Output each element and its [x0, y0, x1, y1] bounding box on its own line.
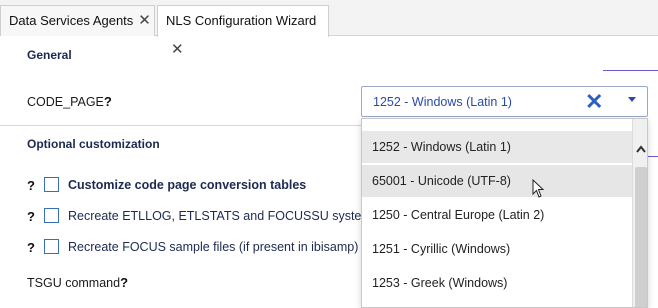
- help-icon[interactable]: ?: [27, 178, 35, 193]
- help-icon[interactable]: ?: [27, 209, 35, 224]
- option-label: Recreate FOCUS sample files (if present …: [68, 240, 359, 254]
- tab-nls-configuration-wizard[interactable]: NLS Configuration Wizard✕: [157, 5, 329, 58]
- dropdown-option[interactable]: 1251 - Cyrillic (Windows): [362, 233, 632, 265]
- divider: [648, 156, 658, 157]
- code-page-label: CODE_PAGE?: [27, 94, 112, 109]
- recreate-focus-checkbox[interactable]: [44, 239, 59, 254]
- divider: [0, 125, 361, 126]
- help-icon[interactable]: ?: [120, 275, 128, 290]
- help-icon[interactable]: ?: [27, 240, 35, 255]
- option-label: Customize code page conversion tables: [68, 178, 307, 192]
- option-label: Recreate ETLLOG, ETLSTATS and FOCUSSU sy…: [68, 209, 361, 223]
- dropdown-option[interactable]: 1250 - Central Europe (Latin 2): [362, 199, 632, 231]
- recreate-etllog-checkbox[interactable]: [44, 208, 59, 223]
- dropdown-option[interactable]: 1253 - Greek (Windows): [362, 267, 632, 299]
- section-general: General: [27, 48, 72, 62]
- select-value: 1252 - Windows (Latin 1): [373, 95, 512, 109]
- chevron-up-icon[interactable]: [636, 145, 646, 153]
- code-page-dropdown: 1252 - Windows (Latin 1) 65001 - Unicode…: [361, 118, 648, 308]
- customize-tables-checkbox[interactable]: [44, 177, 59, 192]
- close-icon[interactable]: ✕: [138, 6, 151, 35]
- tab-data-services-agents[interactable]: Data Services Agents ✕: [0, 5, 155, 36]
- tab-label: NLS Configuration Wizard: [166, 13, 317, 28]
- dropdown-option[interactable]: 65001 - Unicode (UTF-8): [362, 165, 632, 197]
- dropdown-option[interactable]: 1252 - Windows (Latin 1): [362, 131, 632, 163]
- divider: [603, 70, 658, 71]
- tab-label: Data Services Agents: [9, 13, 134, 28]
- help-icon[interactable]: ?: [104, 94, 112, 109]
- code-page-select[interactable]: 1252 - Windows (Latin 1) ✕: [361, 86, 648, 117]
- tab-bar: Data Services Agents ✕ NLS Configuration …: [0, 0, 658, 58]
- scrollbar-thumb[interactable]: [635, 167, 647, 307]
- cursor-icon: [532, 179, 545, 198]
- scrollbar[interactable]: [632, 119, 647, 307]
- chevron-down-icon[interactable]: [628, 97, 636, 102]
- tsgu-label: TSGU command?: [27, 275, 129, 290]
- clear-icon[interactable]: ✕: [585, 89, 603, 115]
